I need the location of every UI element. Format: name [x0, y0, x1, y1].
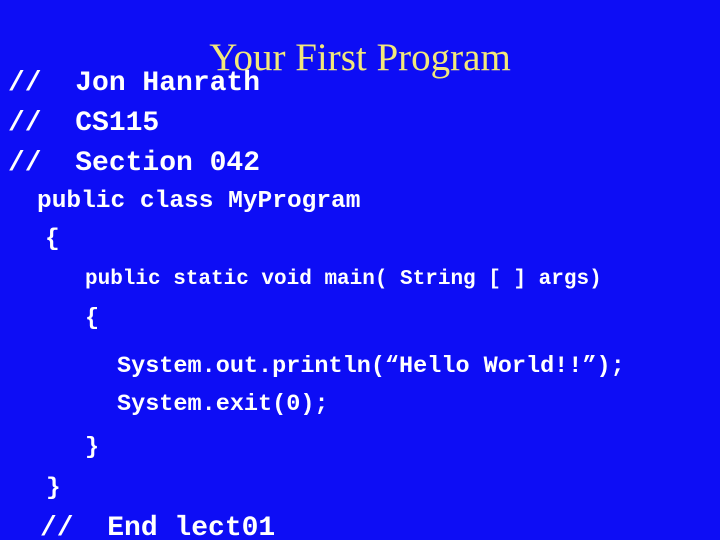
code-line-comment-section: // Section 042 — [8, 148, 261, 179]
code-line-end-comment: // End lect01 — [40, 513, 276, 540]
code-line-println-statement: System.out.println(“Hello World!!”); — [117, 353, 625, 380]
presentation-slide: Your First Program // Jon Hanrath // CS1… — [0, 0, 720, 540]
code-line-main-close-brace: } — [85, 434, 100, 461]
code-line-class-close-brace: } — [46, 475, 61, 502]
code-block: // Jon Hanrath // CS115 // Section 042 p… — [0, 0, 720, 540]
code-line-class-open-brace: { — [45, 226, 60, 253]
code-line-comment-author: // Jon Hanrath — [8, 68, 261, 99]
code-line-exit-statement: System.exit(0); — [117, 391, 329, 418]
code-line-main-open-brace: { — [85, 305, 100, 332]
code-line-main-signature: public static void main( String [ ] args… — [85, 268, 602, 291]
code-line-comment-course: // CS115 — [8, 108, 160, 139]
code-line-class-declaration: public class MyProgram — [37, 188, 361, 215]
